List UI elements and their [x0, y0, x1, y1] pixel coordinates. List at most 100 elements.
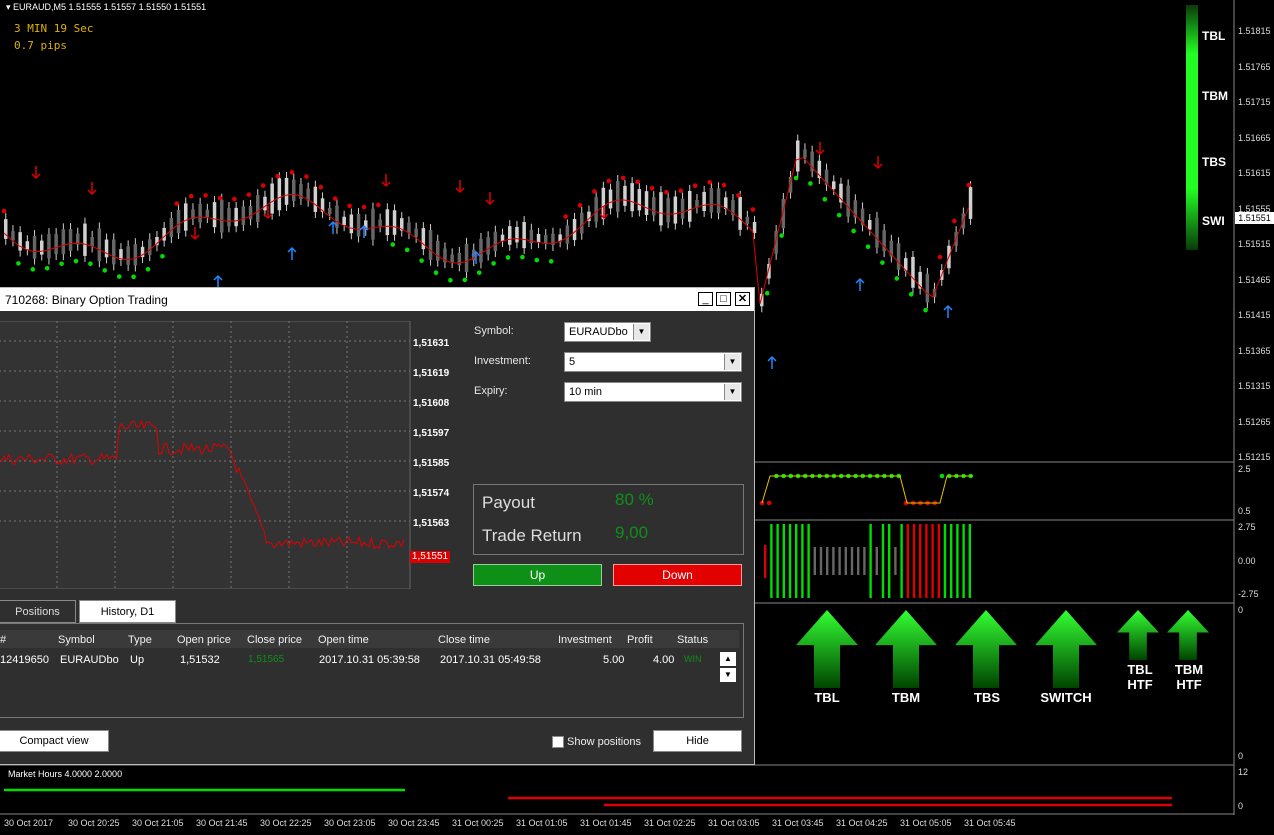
- trend-dot: [433, 270, 439, 276]
- trend-dot: [664, 189, 669, 195]
- mini-axis-label: 1,51585: [413, 458, 450, 469]
- tab-history[interactable]: History, D1: [79, 600, 176, 623]
- show-positions-label: Show positions: [567, 736, 641, 748]
- row-id: 12419650: [0, 654, 49, 666]
- row-investment: 5.00: [603, 654, 625, 666]
- time-axis-label: 30 Oct 20:25: [68, 818, 120, 828]
- scroll-up-icon[interactable]: ▲: [720, 652, 736, 666]
- candle-body: [572, 219, 577, 241]
- investment-value: 5: [569, 356, 576, 368]
- show-positions-checkbox[interactable]: [552, 736, 564, 748]
- arrow-label-tbl-htf: TBL HTF: [1127, 662, 1153, 692]
- down-button[interactable]: Down: [613, 564, 742, 586]
- arrow-label-switch: SWITCH: [1040, 690, 1092, 705]
- candle-body: [846, 185, 850, 217]
- candle-body: [40, 240, 44, 255]
- buy-arrow-icon: [767, 355, 777, 369]
- dialog-titlebar[interactable]: 710268: Binary Option Trading _ □ ✕: [0, 288, 754, 311]
- buy-arrow-icon: [943, 304, 953, 318]
- candle-body: [796, 140, 800, 172]
- sell-arrow-icon: [485, 192, 495, 206]
- arrow-label-tbm-htf: TBM HTF: [1174, 662, 1204, 692]
- candle-body: [227, 207, 231, 227]
- candle-body: [968, 187, 973, 219]
- sell-arrow-icon: [381, 174, 391, 188]
- histogram-bar: [764, 545, 767, 578]
- histogram-bar: [900, 524, 903, 598]
- trend-dot: [203, 193, 208, 198]
- candle-body: [11, 231, 15, 241]
- chevron-down-icon[interactable]: ▼: [724, 384, 740, 400]
- trend-dot: [491, 261, 496, 266]
- histogram-bar: [943, 524, 947, 598]
- up-arrow-icon: [796, 610, 858, 688]
- histogram-bar: [919, 524, 922, 598]
- close-icon[interactable]: ✕: [735, 292, 750, 306]
- tab-positions[interactable]: Positions: [0, 600, 76, 623]
- chevron-down-icon[interactable]: ▼: [724, 354, 740, 370]
- col-open-time: Open time: [318, 634, 369, 646]
- candle-body: [875, 217, 879, 248]
- candle-body: [479, 238, 483, 263]
- histogram-bar: [813, 547, 816, 575]
- sub2-axis-mid: 0.00: [1238, 556, 1256, 566]
- chevron-down-icon[interactable]: ▼: [633, 324, 649, 340]
- investment-select[interactable]: 5 ▼: [564, 352, 742, 372]
- sell-arrow-icon: [87, 182, 97, 196]
- market-hours-label: Market Hours 4.0000 2.0000: [8, 769, 123, 779]
- candle-body: [832, 181, 836, 190]
- symbol-select[interactable]: EURAUDbo ▼: [564, 322, 651, 342]
- histogram-bar: [850, 547, 854, 575]
- compact-view-button[interactable]: Compact view: [0, 730, 109, 752]
- trend-dot: [577, 202, 583, 208]
- price-axis-label: 1.51415: [1238, 310, 1271, 320]
- time-axis-label: 30 Oct 22:25: [260, 818, 312, 828]
- trend-dot: [620, 175, 626, 181]
- trend-dot: [822, 196, 828, 202]
- price-axis-label: 1.51815: [1238, 26, 1271, 36]
- up-button[interactable]: Up: [473, 564, 602, 586]
- chart-menu-icon[interactable]: ▾: [6, 2, 11, 12]
- candle-body: [594, 197, 598, 222]
- candle-body: [148, 239, 152, 256]
- hide-button[interactable]: Hide: [653, 730, 742, 752]
- candle-body: [356, 213, 361, 237]
- trend-dot: [318, 184, 324, 190]
- candle-body: [493, 231, 498, 252]
- scroll-down-icon[interactable]: ▼: [720, 668, 736, 682]
- candle-body: [536, 234, 541, 243]
- histogram-bar: [819, 547, 823, 575]
- candle-body: [925, 273, 930, 303]
- candle-body: [680, 198, 685, 219]
- candle-body: [83, 223, 87, 256]
- trend-dot: [793, 175, 799, 181]
- histogram-bar: [931, 524, 934, 598]
- trend-dot: [462, 277, 468, 283]
- candle-body: [90, 237, 94, 247]
- histogram-bar: [912, 524, 916, 598]
- trend-dot: [174, 201, 180, 206]
- trend-dot: [865, 244, 871, 250]
- histogram-bar: [844, 547, 847, 575]
- trend-dot: [952, 218, 957, 224]
- candle-body: [126, 246, 130, 265]
- trend-dot: [649, 185, 655, 191]
- candle-body: [241, 206, 246, 225]
- trend-dot: [347, 203, 352, 209]
- sub4-axis-bottom: 0: [1238, 801, 1244, 811]
- candle-body: [162, 227, 166, 241]
- candle-body: [313, 186, 318, 212]
- timer-text: 3 MIN 19 Sec: [14, 22, 94, 35]
- candle-body: [392, 210, 397, 235]
- trend-dot: [808, 181, 813, 186]
- up-arrow-icon: [1167, 610, 1209, 660]
- row-close-time: 2017.10.31 05:49:58: [440, 654, 541, 666]
- expiry-select[interactable]: 10 min ▼: [564, 382, 742, 402]
- trend-strength-bar: [1186, 5, 1198, 250]
- maximize-icon[interactable]: □: [716, 292, 731, 306]
- trend-dot: [736, 193, 741, 198]
- mini-current-price: 1,51551: [410, 551, 450, 563]
- minimize-icon[interactable]: _: [698, 292, 713, 306]
- candle-body: [198, 203, 202, 223]
- candle-body: [184, 203, 188, 231]
